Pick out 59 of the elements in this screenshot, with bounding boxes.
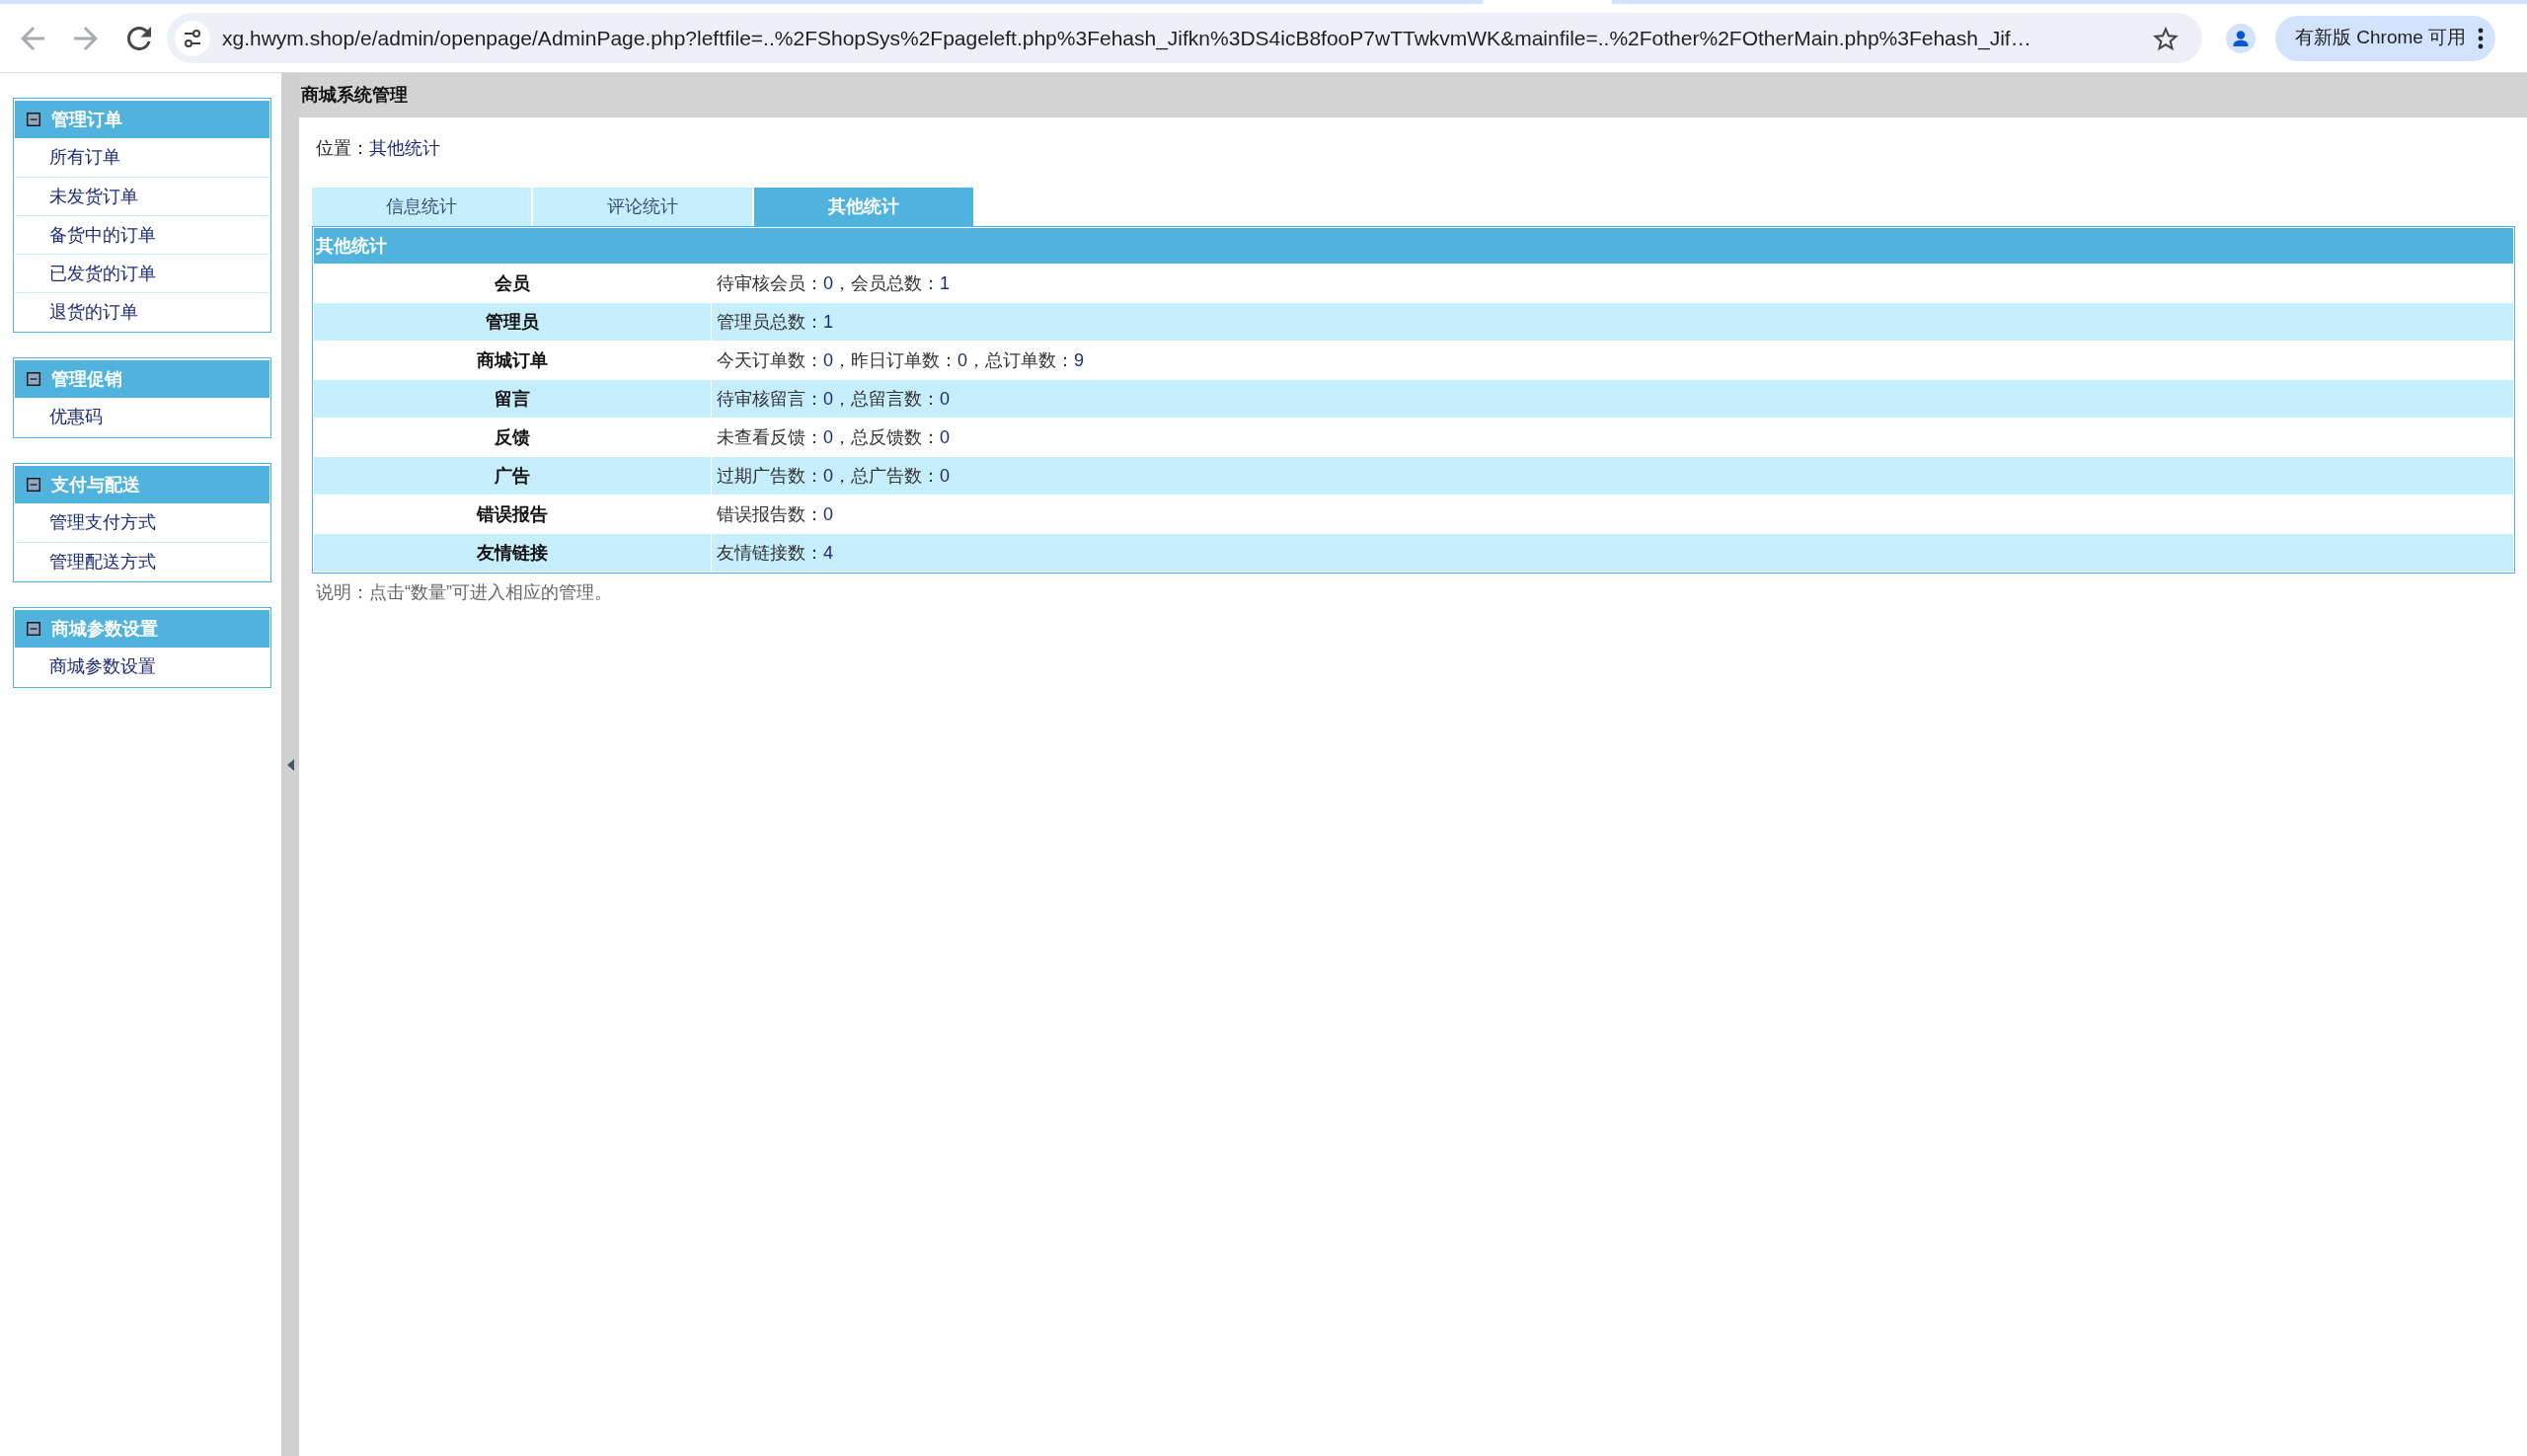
row-label: 留言 <box>314 380 711 418</box>
count-link[interactable]: 4 <box>823 542 833 563</box>
sidebar-link[interactable]: 未发货订单 <box>15 177 269 215</box>
table-header: 其他统计 <box>314 228 2513 264</box>
count-link[interactable]: 0 <box>957 349 968 370</box>
table-cell: 过期广告数：0，总广告数：0 <box>712 457 2513 495</box>
row-label: 反馈 <box>494 425 531 449</box>
minus-box-icon[interactable] <box>27 478 40 492</box>
table-cell-text: 今天订单数：0，昨日订单数：0，总订单数：9 <box>716 348 1086 372</box>
address-bar[interactable]: xg.hwym.shop/e/admin/openpage/AdminPage.php?leftfile=..%2FShopSys%2Fpageleft.php%3Fehash_Jifkn%3DS4icB8fooP7wTTwkvmWK&mainfile=..%2Fother%2FOtherMain.php%3Fehash_Jif… <box>167 13 2202 63</box>
minus-box-icon[interactable] <box>27 113 40 126</box>
table-cell-text: 未查看反馈：0，总反馈数：0 <box>716 425 952 449</box>
row-label: 会员 <box>494 271 531 295</box>
count-link[interactable]: 0 <box>823 272 833 293</box>
table-cell-text: 待审核会员：0，会员总数：1 <box>716 271 952 295</box>
count-link[interactable]: 9 <box>1074 349 1085 370</box>
tab[interactable]: 信息统计 <box>312 188 531 226</box>
sidebar-link[interactable]: 备货中的订单 <box>15 215 269 254</box>
count-link[interactable]: 0 <box>823 503 833 524</box>
row-label: 广告 <box>314 457 711 495</box>
row-label: 商城订单 <box>476 348 549 372</box>
row-label: 管理员 <box>314 303 711 341</box>
count-link[interactable]: 0 <box>823 465 833 486</box>
triangle-left-icon[interactable] <box>286 758 294 771</box>
count-link[interactable]: 0 <box>823 349 833 370</box>
count-link[interactable]: 0 <box>823 388 833 409</box>
table-cell: 待审核留言：0，总留言数：0 <box>712 380 2513 418</box>
kebab-menu-icon[interactable] <box>2478 27 2485 49</box>
minus-box-icon[interactable] <box>27 622 40 636</box>
minus-box-icon[interactable] <box>27 372 40 386</box>
table-cell: 管理员总数：1 <box>712 303 2513 341</box>
sidebar-link[interactable]: 所有订单 <box>15 138 269 177</box>
sidebar-link[interactable]: 优惠码 <box>15 398 269 436</box>
count-link[interactable]: 0 <box>940 426 951 447</box>
row-label: 错误报告 <box>475 502 549 526</box>
update-chrome-button[interactable]: 有新版 Chrome 可用 <box>2275 15 2496 61</box>
breadcrumb-text: 位置：其他统计 <box>316 138 440 158</box>
sidebar-link[interactable]: 管理支付方式 <box>15 503 269 542</box>
row-label: 友情链接 <box>314 534 711 572</box>
tab[interactable]: 评论统计 <box>533 188 752 226</box>
reload-icon[interactable] <box>127 26 151 50</box>
count-link[interactable]: 1 <box>940 272 951 293</box>
sidebar-link[interactable]: 退货的订单 <box>15 292 269 331</box>
count-link[interactable]: 0 <box>940 388 951 409</box>
star-icon[interactable] <box>2153 25 2179 51</box>
avatar-icon[interactable] <box>2226 23 2256 53</box>
url-text: xg.hwym.shop/e/admin/openpage/AdminPage.php?leftfile=..%2FShopSys%2Fpageleft.php%3Fehash_Jifkn%3DS4icB8fooP7wTTwkvmWK&mainfile=..%2Fother%2FOtherMain.php%3Fehash_Jif… <box>222 25 2031 52</box>
sidebar-link[interactable]: 商城参数设置 <box>15 648 269 686</box>
table-cell-text: 错误报告数：0 <box>716 502 834 526</box>
count-link[interactable]: 0 <box>940 465 951 486</box>
count-link[interactable]: 0 <box>823 426 833 447</box>
table-cell: 友情链接数：4 <box>712 534 2513 572</box>
sliders-icon[interactable] <box>175 20 210 56</box>
note-text: 说明：点击“数量”可进入相应的管理。 <box>315 581 613 604</box>
page-title: 商城系统管理 <box>301 84 408 107</box>
sidebar-link[interactable]: 管理配送方式 <box>15 542 269 580</box>
breadcrumb-link[interactable]: 其他统计 <box>369 138 440 158</box>
sidebar-link[interactable]: 已发货的订单 <box>15 254 269 292</box>
count-link[interactable]: 1 <box>823 311 833 332</box>
